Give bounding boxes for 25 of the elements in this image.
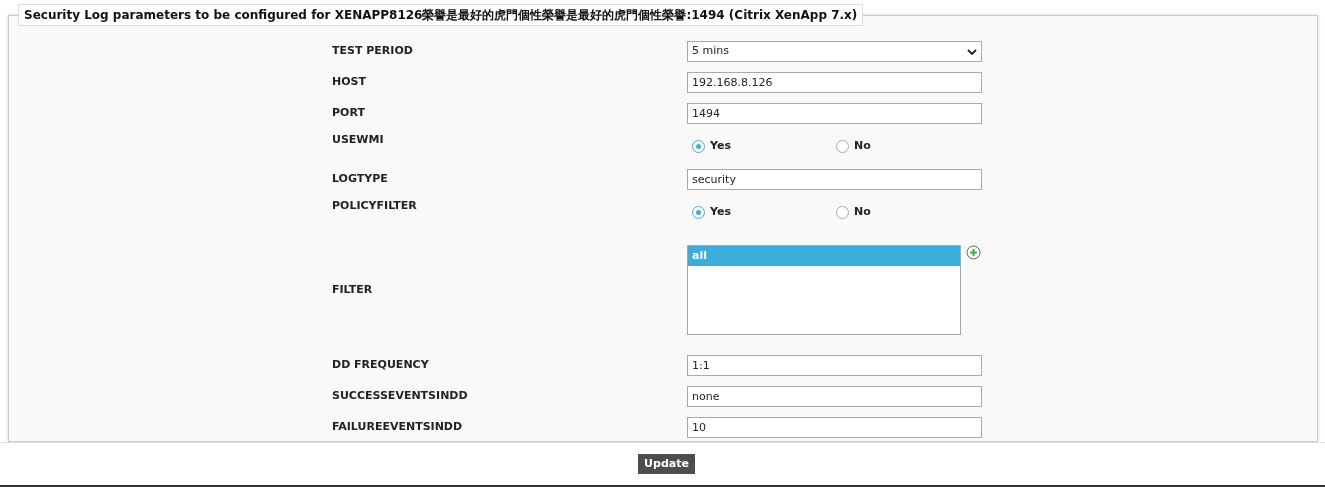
input-field[interactable]: 1:1 (687, 355, 982, 376)
field-label: FILTER (332, 281, 374, 298)
input-field[interactable]: 192.168.8.126 (687, 72, 982, 93)
input-field[interactable]: none (687, 386, 982, 407)
field-label: TEST PERIOD (332, 43, 414, 60)
field-label: FAILUREEVENTSINDD (332, 419, 464, 436)
radio-label: Yes (710, 204, 731, 221)
input-field[interactable]: 10 (687, 417, 982, 438)
add-icon[interactable] (966, 245, 981, 260)
input-field[interactable]: security (687, 169, 982, 190)
chevron-down-icon (967, 47, 977, 56)
input-field[interactable]: 1494 (687, 103, 982, 124)
field-label: DD FREQUENCY (332, 357, 430, 374)
radio-label: No (854, 204, 871, 221)
field-label: POLICYFILTER (332, 198, 418, 214)
period-select[interactable]: 5 mins (687, 41, 982, 62)
update-button[interactable]: Update (638, 454, 695, 474)
field-label: HOST (332, 74, 367, 91)
field-label: PORT (332, 105, 366, 122)
radio-label: No (854, 138, 871, 155)
field-label: SUCCESSEVENTSINDD (332, 388, 469, 405)
panel-legend: Security Log parameters to be configured for XENAPP8126榮譽是最好的虎門個性榮譽是最好的虎門個性榮譽:1494 (Citrix XenApp 7.x) (18, 4, 864, 26)
radio-label: Yes (710, 138, 731, 155)
field-label: LOGTYPE (332, 171, 389, 188)
field-label: USEWMI (332, 132, 385, 148)
